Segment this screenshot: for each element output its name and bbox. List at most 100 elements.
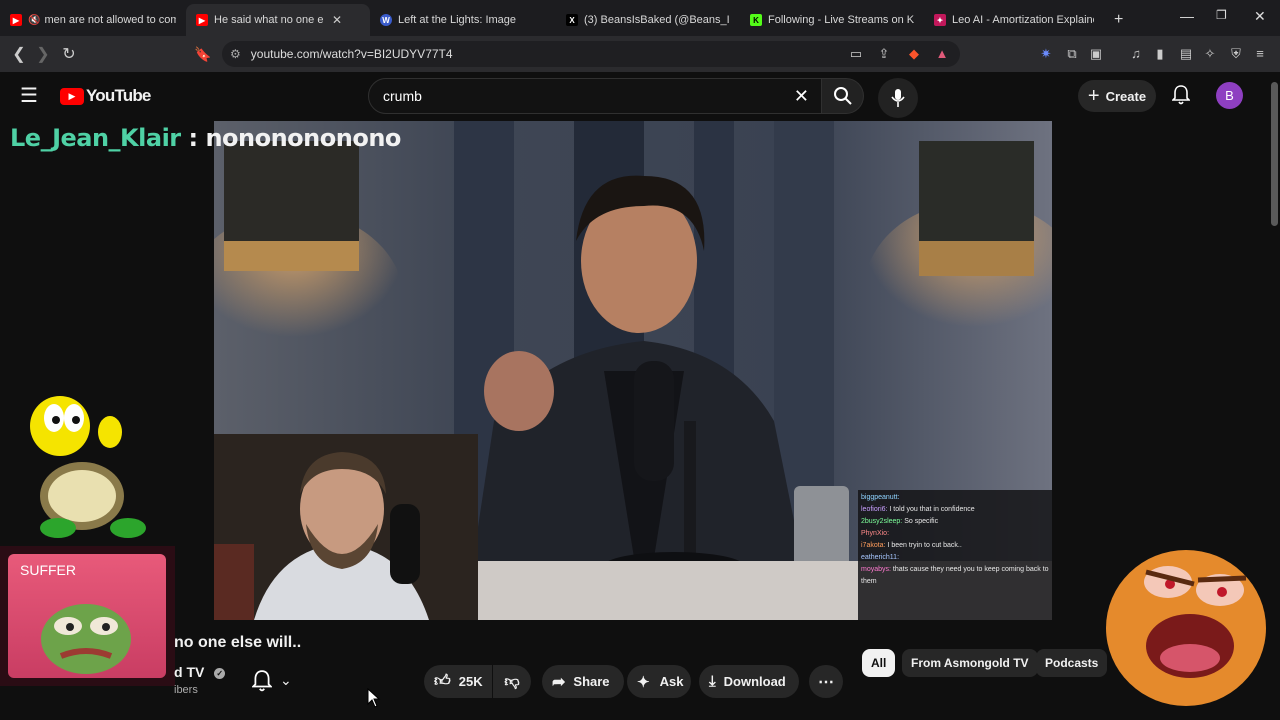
muted-speaker-icon[interactable]: 🔇 [28, 15, 40, 26]
subscriber-count: ibers [174, 684, 198, 696]
webcam-frame [214, 434, 478, 620]
search-button[interactable] [822, 78, 864, 114]
search-value: crumb [383, 88, 422, 104]
search-icon [833, 87, 852, 105]
brave-shield-icon[interactable]: ◆ [906, 46, 922, 62]
tab-5[interactable]: K Following - Live Streams on Kick [740, 4, 924, 36]
vpn-icon[interactable]: ✷ [1038, 46, 1054, 62]
notifications-bell-icon[interactable] [1171, 85, 1191, 110]
chat-line: moyabys: thats cause they need you to ke… [861, 564, 1049, 588]
overlay-chat-user: Le_Jean_Klair [10, 124, 181, 152]
x-icon: X [566, 14, 578, 26]
chat-line: PhynXio: [861, 528, 1049, 540]
brave-rewards-icon[interactable]: ▲ [934, 46, 950, 62]
site-settings-icon[interactable]: ⚙ [230, 47, 241, 61]
reload-icon[interactable]: ↻ [56, 41, 82, 67]
suffer-screen: SUFFER [8, 554, 166, 678]
download-button[interactable]: ⤓ Download [699, 665, 799, 698]
channel-name-row[interactable]: d TV ✓ [174, 664, 226, 680]
notifications-bell-icon[interactable] [251, 670, 276, 694]
share-arrow-icon: ➦ [552, 673, 566, 691]
close-tab-icon[interactable]: ✕ [332, 13, 342, 27]
youtube-header: ☰ ▶ YouTube crumb ✕ + Create B [0, 72, 1280, 120]
share-button[interactable]: ➦ Share [542, 665, 624, 698]
new-tab-button[interactable]: + [1104, 4, 1134, 36]
chat-user: PhynXio: [861, 530, 890, 537]
angry-emote-sticker [1106, 550, 1266, 706]
minimize-icon[interactable]: — [1180, 8, 1194, 24]
ask-button[interactable]: ✦ Ask [627, 665, 691, 698]
bookmark-icon[interactable]: 🔖 [190, 41, 216, 67]
plus-icon: + [1114, 11, 1124, 28]
like-button[interactable]: 👍︎ 25K [424, 665, 492, 698]
dislike-button[interactable]: 👎︎ [493, 665, 531, 698]
chip-from-channel[interactable]: From Asmongold TV [902, 649, 1038, 677]
tab-4[interactable]: X (3) BeansIsBaked (@Beans_Is_Ba [556, 4, 740, 36]
like-count: 25K [458, 674, 483, 689]
hamburger-menu-icon[interactable]: ☰ [20, 86, 38, 106]
wordpress-icon: W [380, 14, 392, 26]
sparkle-icon: ✦ [637, 673, 650, 691]
tab-6[interactable]: ✦ Leo AI - Amortization Explained [924, 4, 1104, 36]
cast-icon[interactable]: ▭ [848, 46, 864, 62]
kick-icon: K [750, 14, 762, 26]
more-actions-button[interactable]: ⋯ [809, 665, 843, 698]
overlay-chat-text: : nononononono [180, 124, 401, 152]
chat-line: eatherich11: [861, 552, 1049, 564]
chat-line: i7akota: I been tryin to cut back.. [861, 540, 1049, 552]
chip-label: From Asmongold TV [911, 656, 1029, 670]
youtube-logo[interactable]: ▶ YouTube [60, 86, 151, 106]
wallet-icon[interactable]: ▤ [1178, 46, 1194, 62]
create-button[interactable]: + Create [1078, 80, 1156, 112]
restore-icon[interactable]: ❐ [1216, 8, 1227, 22]
menu-icon[interactable]: ≡ [1252, 46, 1268, 62]
chip-podcasts[interactable]: Podcasts [1036, 649, 1108, 677]
thumbs-down-icon: 👎︎ [504, 672, 520, 690]
chat-user: 2busy2sleep: [861, 518, 903, 525]
media-icon[interactable]: ♫ [1128, 46, 1144, 62]
chat-line: 2busy2sleep: So specific [861, 516, 1049, 528]
chevron-down-icon[interactable]: ⌄ [280, 672, 292, 689]
chat-line: leofiori6: I told you that in confidence [861, 504, 1049, 516]
extensions-icon[interactable]: ⧉ [1064, 46, 1080, 62]
youtube-icon: ▶ [196, 14, 208, 26]
screenshot-icon[interactable]: ▣ [1088, 46, 1104, 62]
window-close-icon[interactable]: ✕ [1254, 8, 1266, 25]
tab-2[interactable]: ▶ He said what no one else ✕ [186, 4, 370, 36]
chip-label: All [871, 656, 887, 670]
avatar[interactable]: B [1216, 82, 1243, 109]
download-label: Download [723, 674, 786, 689]
download-icon: ⤓ [709, 673, 716, 690]
sidebar-icon[interactable]: ▮ [1152, 46, 1168, 62]
chat-user: leofiori6: [861, 506, 888, 513]
vpn-shield-icon[interactable]: ⛨ [1228, 46, 1244, 62]
leo-ai-icon: ✦ [934, 14, 946, 26]
microphone-icon [891, 89, 905, 107]
mouse-cursor-icon [367, 688, 381, 708]
forward-icon[interactable]: ❯ [30, 41, 56, 67]
koopa-sticker [30, 396, 146, 538]
tab-1[interactable]: ▶ 🔇 men are not allowed to com [0, 4, 186, 36]
share-icon[interactable]: ⇪ [876, 46, 892, 62]
chip-all[interactable]: All [862, 649, 896, 677]
clear-search-icon[interactable]: ✕ [794, 86, 809, 107]
suffer-sticker: SUFFER [0, 546, 175, 686]
url-text: youtube.com/watch?v=BI2UDYV77T4 [250, 47, 453, 61]
avatar-letter: B [1225, 88, 1234, 103]
search-input[interactable]: crumb ✕ [368, 78, 822, 114]
scrollbar-thumb[interactable] [1271, 82, 1278, 226]
voice-search-button[interactable] [878, 78, 918, 118]
back-icon[interactable]: ❮ [6, 41, 32, 67]
tab-title: Leo AI - Amortization Explained [952, 14, 1094, 26]
pepe-icon [41, 604, 131, 674]
leo-icon[interactable]: ✧ [1202, 46, 1218, 62]
channel-name[interactable]: d TV [174, 664, 204, 680]
chat-user: eatherich11: [861, 554, 900, 561]
chat-user: biggpeanutt: [861, 494, 900, 501]
browser-toolbar: ❮ ❯ ↻ 🔖 ⚙ youtube.com/watch?v=BI2UDYV77T… [0, 36, 1280, 72]
create-label: Create [1105, 88, 1147, 104]
chat-message: So specific [904, 518, 939, 525]
share-label: Share [573, 674, 610, 689]
chat-line: biggpeanutt: [861, 492, 1049, 504]
tab-3[interactable]: W Left at the Lights: Image [370, 4, 556, 36]
